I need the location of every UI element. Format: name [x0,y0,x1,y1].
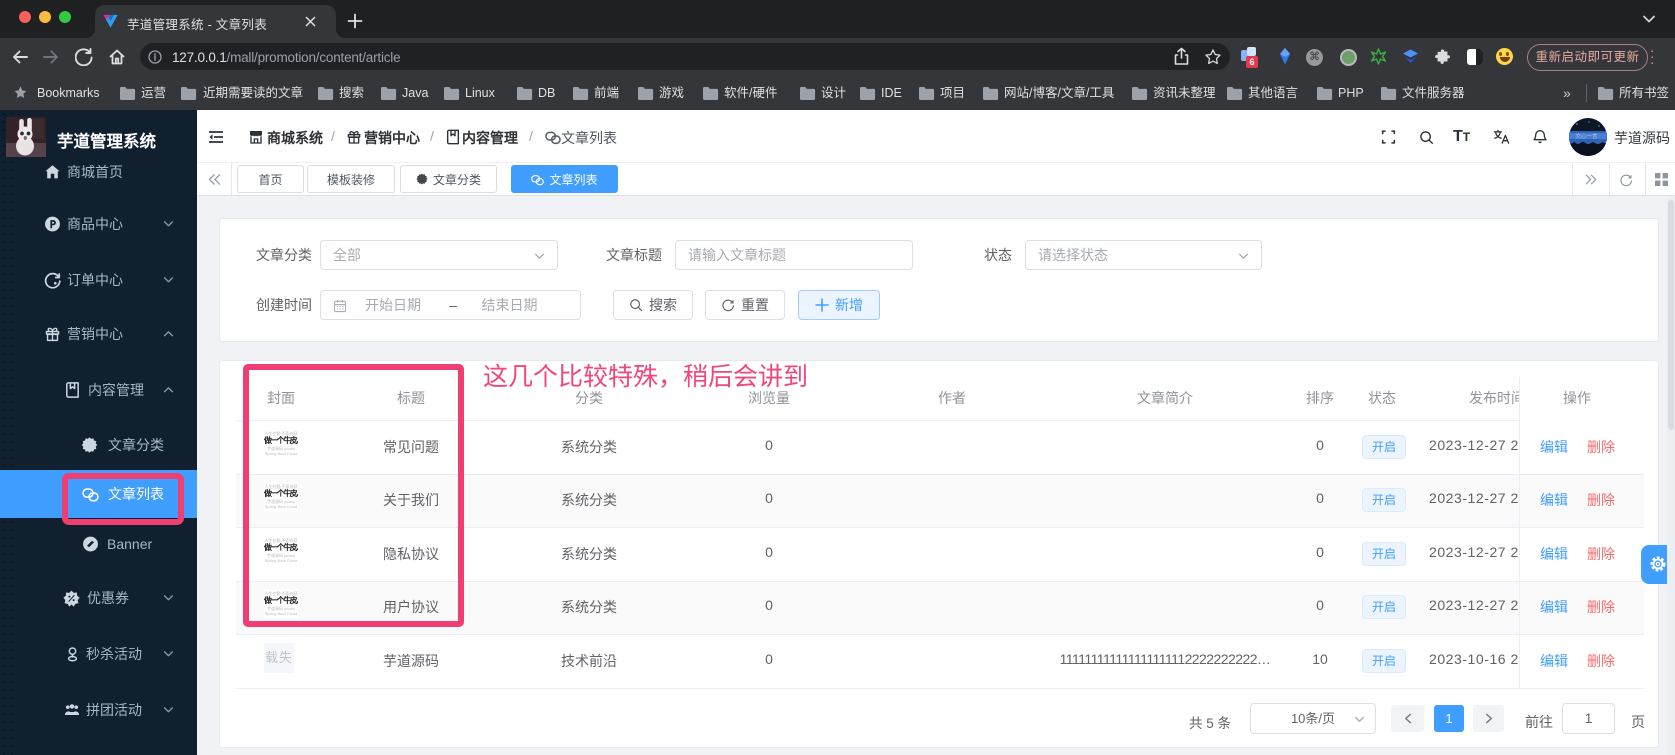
svg-text:文心一言: 文心一言 [1576,132,1599,140]
